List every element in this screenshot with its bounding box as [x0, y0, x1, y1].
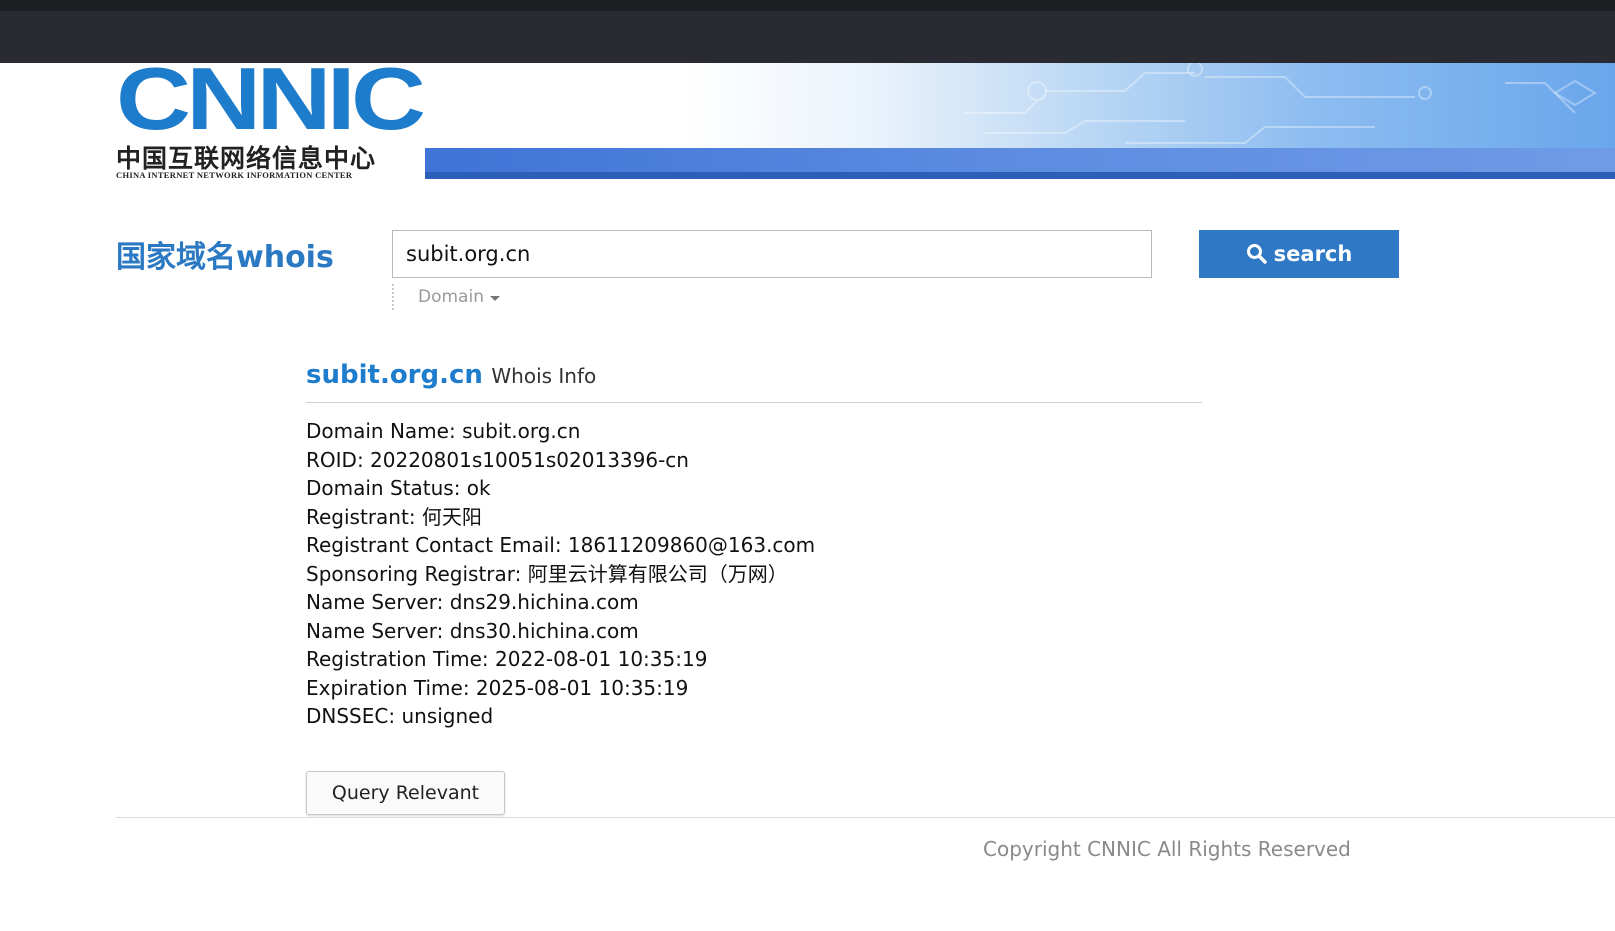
query-relevant-button[interactable]: Query Relevant: [306, 771, 505, 815]
search-button-label: search: [1273, 242, 1353, 266]
whois-line-domain-name: Domain Name: subit.org.cn: [306, 419, 581, 443]
result-domain-name: subit.org.cn: [306, 360, 483, 390]
whois-line-dnssec: DNSSEC: unsigned: [306, 704, 494, 728]
result-heading: subit.org.cn Whois Info: [306, 360, 596, 390]
whois-line-registrant-email: Registrant Contact Email: 18611209860@16…: [306, 533, 816, 557]
whois-line-name-server-2: Name Server: dns30.hichina.com: [306, 618, 639, 643]
search-input[interactable]: [392, 230, 1152, 278]
whois-line-registration-time: Registration Time: 2022-08-01 10:35:19: [306, 647, 708, 671]
cnnic-logo[interactable]: CNNIC 中国互联网络信息中心 CHINA INTERNET NETWORK …: [116, 55, 426, 181]
logo-wordmark: CNNIC: [116, 49, 426, 148]
whois-brand-title: 国家域名whois: [116, 240, 334, 275]
whois-line-domain-status: Domain Status: ok: [306, 476, 491, 500]
result-heading-suffix: Whois Info: [491, 364, 597, 388]
search-button[interactable]: search: [1199, 230, 1399, 278]
copyright-text: Copyright CNNIC All Rights Reserved: [983, 837, 1351, 861]
query-type-dropdown[interactable]: Domain: [392, 284, 500, 310]
search-icon: [1246, 244, 1267, 264]
whois-info-list: Domain Name: subit.org.cn ROID: 20220801…: [306, 417, 815, 731]
query-type-label: Domain: [418, 287, 484, 307]
whois-line-sponsoring-registrar: Sponsoring Registrar: 阿里云计算有限公司（万网）: [306, 561, 788, 586]
banner-stripe-dark: [425, 172, 1615, 179]
banner-stripe: [425, 148, 1615, 172]
footer-divider: [116, 817, 1615, 818]
whois-line-registrant: Registrant: 何天阳: [306, 504, 482, 529]
whois-line-expiration-time: Expiration Time: 2025-08-01 10:35:19: [306, 675, 689, 700]
browser-top-edge: [0, 0, 1615, 11]
whois-line-roid: ROID: 20220801s10051s02013396-cn: [306, 447, 689, 472]
whois-line-name-server-1: Name Server: dns29.hichina.com: [306, 590, 639, 614]
caret-down-icon: [489, 296, 500, 301]
logo-english-name: CHINA INTERNET NETWORK INFORMATION CENTE…: [116, 170, 353, 180]
result-divider: [306, 402, 1202, 403]
